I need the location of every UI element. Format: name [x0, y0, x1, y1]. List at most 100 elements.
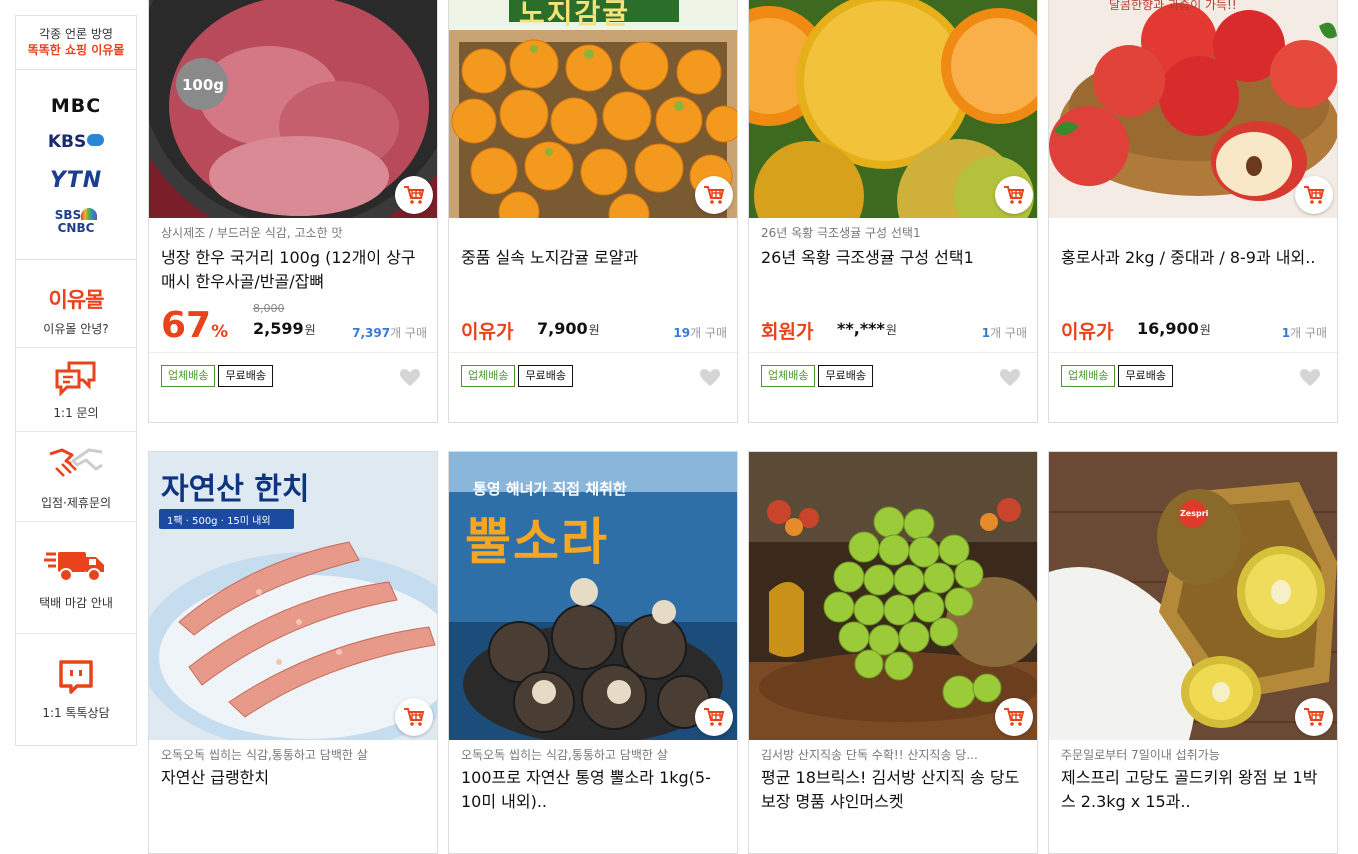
purchase-count: 1개 구매 [982, 324, 1027, 341]
shipping-badges: 업체배송 무료배송 [461, 364, 576, 387]
sidebar-item-label: 입점·제휴문의 [40, 496, 112, 510]
currency-unit: 원 [885, 323, 897, 337]
image-title-small: 통영 해녀가 직접 채취한 [473, 480, 627, 498]
vendor-shipping-badge: 업체배송 [1061, 365, 1116, 387]
add-to-cart-button[interactable] [695, 176, 733, 214]
product-card[interactable]: 100g 상시제조 / 부드러운 식감, 고소한 맛 냉장 한우 국거리 100… [148, 0, 438, 423]
product-card[interactable]: 달콤한향과 과즙이 가득!! 홍로사과 2kg / 중대과 / 8-9과 내외.… [1048, 0, 1338, 423]
product-subtitle: 오독오독 씹히는 식감,통통하고 담백한 살 [461, 748, 668, 762]
product-name[interactable]: 제스프리 고당도 골드키위 왕점 보 1박스 2.3kg x 15과.. [1061, 766, 1329, 814]
image-title: 자연산 한치 [161, 472, 310, 507]
sidebar-header-line2: 똑똑한 쇼핑 이유몰 [27, 43, 125, 57]
kbs-logo-text: KBS [47, 132, 87, 152]
cart-icon [704, 186, 725, 204]
sidebar-header: 각종 언론 방영 똑똑한 쇼핑 이유몰 [16, 16, 136, 70]
product-card[interactable]: 김서방 산지직송 단독 수확!! 산지직송 당... 평균 18브릭스! 김서방… [748, 451, 1038, 854]
sbs-cnbc-logo: SBS CNBC [16, 208, 136, 235]
price-value: **,*** [837, 319, 885, 338]
purchase-count-suffix: 개 구매 [990, 326, 1027, 340]
add-to-cart-button[interactable] [395, 698, 433, 736]
product-name[interactable]: 냉장 한우 국거리 100g (12개이 상구매시 한우사골/반골/잡뼈 [161, 246, 429, 294]
price-row: 회원가 **,***원 1개 구매 [761, 300, 1027, 344]
purchase-count: 19개 구매 [673, 324, 727, 341]
product-subtitle: 주문일로부터 7일이내 섭취가능 [1061, 748, 1220, 762]
original-price: 8,000 [253, 302, 285, 315]
price-row: 67% 8,000 2,599원 7,397개 구매 [161, 300, 427, 346]
purchase-count: 7,397개 구매 [352, 324, 427, 341]
sbs-logo-text: SBS [54, 208, 82, 222]
divider [449, 352, 737, 353]
product-name[interactable]: 26년 옥황 극조생귤 구성 선택1 [761, 246, 1029, 270]
product-card[interactable]: 통영 해녀가 직접 채취한 뿔소라 오독오독 씹히는 식감,통통하고 담백한 살… [448, 451, 738, 854]
chat-bubble-icon [55, 361, 96, 397]
price-tag-label: 이유가 [461, 321, 514, 343]
sale-price: 16,900원 [1137, 319, 1211, 338]
media-logos: MBC KBS YTN SBS CNBC [16, 70, 136, 260]
product-name[interactable]: 중품 실속 노지감귤 로얄과 [461, 246, 729, 270]
wishlist-heart-icon[interactable] [699, 368, 721, 388]
currency-unit: 원 [1199, 323, 1211, 337]
quick-menu-sidebar: 각종 언론 방영 똑똑한 쇼핑 이유몰 MBC KBS YTN SBS CNBC… [15, 15, 137, 746]
product-image[interactable] [749, 0, 1037, 218]
wishlist-heart-icon[interactable] [399, 368, 421, 388]
sale-price: 2,599원 [253, 319, 316, 338]
free-shipping-badge: 무료배송 [218, 365, 273, 387]
add-to-cart-button[interactable] [995, 698, 1033, 736]
sidebar-item-about[interactable]: 이유몰 이유몰 안녕? [16, 260, 136, 348]
product-card[interactable]: 26년 옥황 극조생귤 구성 선택1 26년 옥황 극조생귤 구성 선택1 회원… [748, 0, 1038, 423]
product-card[interactable]: 자연산 한치 1팩 · 500g · 15미 내외 오독오독 씹히는 식감,통통… [148, 451, 438, 854]
product-image[interactable]: 통영 해녀가 직접 채취한 뿔소라 [449, 452, 737, 740]
wishlist-heart-icon[interactable] [1299, 368, 1321, 388]
product-image[interactable] [749, 452, 1037, 740]
cart-icon [404, 186, 425, 204]
discount-rate: 67% [161, 304, 228, 354]
product-card[interactable]: 노지감귤 중품 실속 노지감귤 로얄과 이유가 7,900원 19개 구매 업체… [448, 0, 738, 423]
product-name[interactable]: 평균 18브릭스! 김서방 산지직 송 당도보장 명품 샤인머스켓 [761, 766, 1029, 814]
product-image[interactable]: 노지감귤 [449, 0, 737, 218]
sidebar-item-talk[interactable]: 1:1 톡톡상담 [16, 634, 136, 736]
page: 각종 언론 방영 똑똑한 쇼핑 이유몰 MBC KBS YTN SBS CNBC… [0, 0, 1358, 854]
tangerine-box-image [449, 0, 737, 218]
kiwi-image [1049, 452, 1337, 740]
price-tag-label: 이유가 [1061, 321, 1114, 343]
cnbc-logo-text: CNBC [57, 221, 95, 235]
cart-icon [1304, 708, 1325, 726]
purchase-count-value: 1 [1281, 326, 1291, 340]
product-name[interactable]: 홍로사과 2kg / 중대과 / 8-9과 내외.. [1061, 246, 1329, 270]
add-to-cart-button[interactable] [695, 698, 733, 736]
sidebar-item-inquiry[interactable]: 1:1 문의 [16, 348, 136, 432]
product-name[interactable]: 100프로 자연산 통영 뿔소라 1kg(5-10미 내외).. [461, 766, 729, 814]
purchase-count-suffix: 개 구매 [390, 326, 427, 340]
add-to-cart-button[interactable] [1295, 698, 1333, 736]
shipping-badges: 업체배송 무료배송 [161, 364, 276, 387]
product-image[interactable]: Zespri [1049, 452, 1337, 740]
product-image[interactable]: 100g [149, 0, 437, 218]
apple-image [1049, 0, 1337, 218]
kbs-logo: KBS [16, 132, 136, 152]
cart-icon [1004, 708, 1025, 726]
add-to-cart-button[interactable] [1295, 176, 1333, 214]
add-to-cart-button[interactable] [995, 176, 1033, 214]
add-to-cart-button[interactable] [395, 176, 433, 214]
sale-price: **,***원 [837, 319, 897, 338]
product-name[interactable]: 자연산 급랭한치 [161, 766, 429, 790]
shipping-badges: 업체배송 무료배송 [761, 364, 876, 387]
talk-icon [59, 660, 93, 694]
currency-unit: 원 [588, 323, 600, 337]
sidebar-item-delivery[interactable]: 택배 마감 안내 [16, 522, 136, 634]
price-tag-label: 회원가 [761, 321, 814, 343]
product-image[interactable]: 달콤한향과 과즙이 가득!! [1049, 0, 1337, 218]
sidebar-header-line1: 각종 언론 방영 [39, 27, 113, 41]
product-card[interactable]: Zespri 주문일로부터 7일이내 섭취가능 제스프리 고당도 골드키위 왕점… [1048, 451, 1338, 854]
free-shipping-badge: 무료배송 [1118, 365, 1173, 387]
sidebar-item-label: 이유몰 안녕? [43, 322, 109, 336]
sidebar-item-partnership[interactable]: 입점·제휴문의 [16, 432, 136, 522]
product-subtitle: 김서방 산지직송 단독 수확!! 산지직송 당... [761, 748, 978, 762]
product-subtitle: 26년 옥황 극조생귤 구성 선택1 [761, 226, 921, 240]
product-image[interactable]: 자연산 한치 1팩 · 500g · 15미 내외 [149, 452, 437, 740]
price-row: 이유가 7,900원 19개 구매 [461, 300, 727, 344]
wishlist-heart-icon[interactable] [999, 368, 1021, 388]
weight-badge-text: 100g [182, 76, 225, 94]
purchase-count-suffix: 개 구매 [690, 326, 727, 340]
price-value: 2,599 [253, 319, 304, 338]
